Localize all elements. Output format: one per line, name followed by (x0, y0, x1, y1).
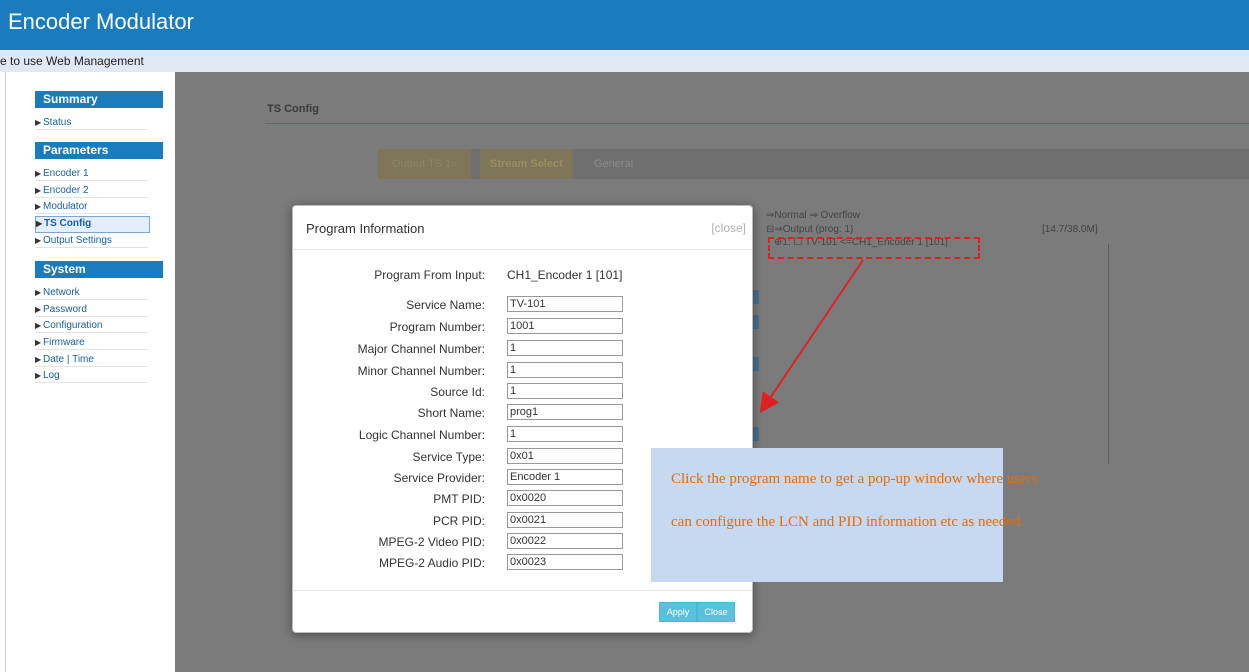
annotation-arrow (759, 259, 864, 414)
callout-line-1: Click the program name to get a pop-up w… (671, 471, 1038, 487)
callout-line-2: can configure the LCN and PID informatio… (671, 514, 1025, 530)
annotation-callout: Click the program name to get a pop-up w… (651, 448, 1038, 582)
